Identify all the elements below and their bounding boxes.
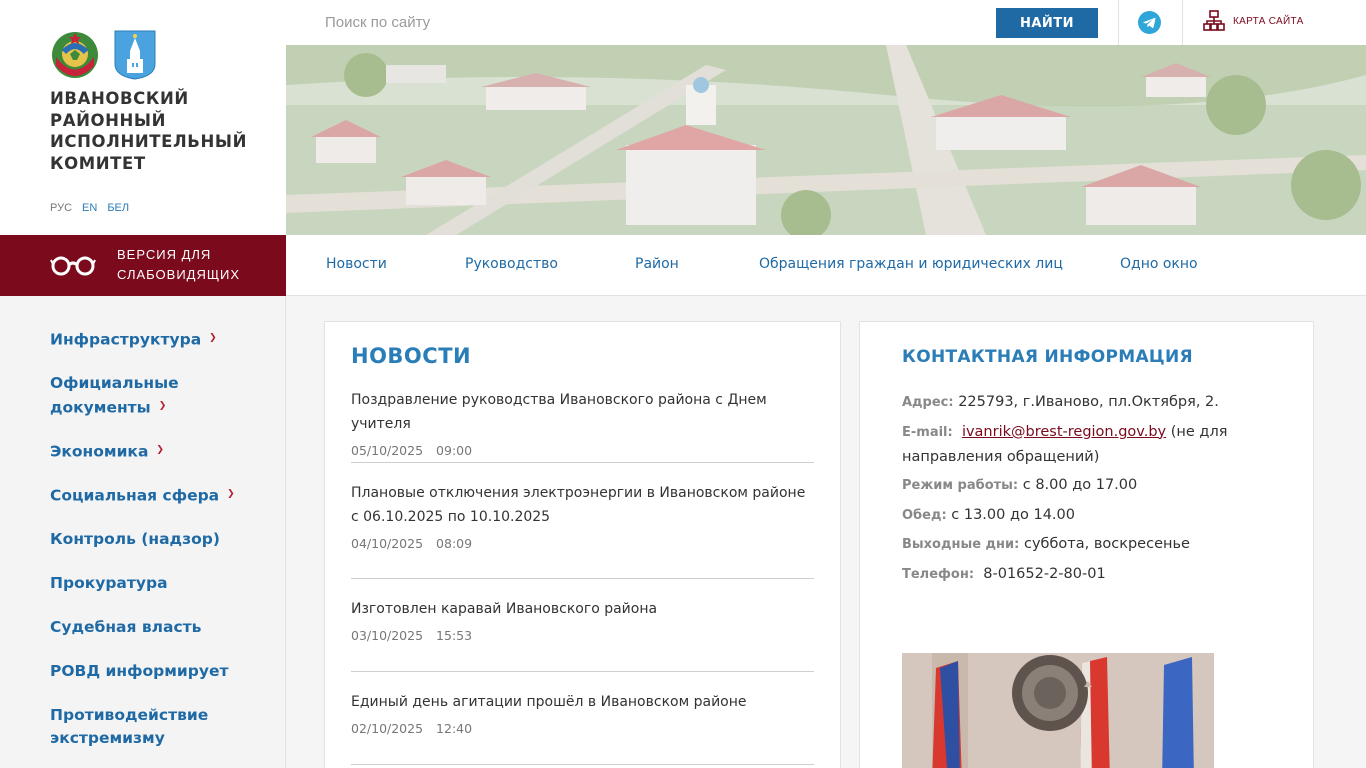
- hours-value: с 8.00 до 17.00: [1022, 477, 1138, 494]
- news-item[interactable]: Поздравление руководства Ивановского рай…: [351, 388, 814, 463]
- news-date: 02/10/2025: [351, 721, 424, 736]
- sidebar-item-label: Экономика: [50, 441, 149, 460]
- top-bar: НАЙТИ КАРТА САЙТА: [286, 0, 1366, 45]
- chevron-down-icon: ❯: [209, 333, 217, 343]
- banner-image: [286, 45, 1366, 235]
- contact-phone: Телефон: 8-01652-2-80-01: [902, 562, 1232, 587]
- chevron-down-icon: ❯: [156, 444, 164, 455]
- search-input[interactable]: [310, 0, 970, 44]
- office-photo-image: [902, 653, 1214, 768]
- nav-one-window[interactable]: Одно окно: [1120, 256, 1198, 272]
- contact-list: Адрес: 225793, г.Иваново, пл.Октября, 2.…: [902, 390, 1232, 592]
- divider: [1118, 0, 1119, 45]
- lang-ru[interactable]: РУС: [50, 202, 72, 214]
- sidebar-item-label: РОВД информирует: [50, 661, 229, 680]
- telegram-icon[interactable]: [1138, 11, 1161, 34]
- address-label: Адрес:: [902, 395, 954, 410]
- contact-address: Адрес: 225793, г.Иваново, пл.Октября, 2.: [902, 390, 1232, 415]
- news-meta: 02/10/2025 12:40: [351, 721, 814, 736]
- contacts-heading: КОНТАКТНАЯ ИНФОРМАЦИЯ: [902, 347, 1193, 367]
- contacts-panel: КОНТАКТНАЯ ИНФОРМАЦИЯ Адрес: 225793, г.И…: [859, 321, 1314, 768]
- news-title[interactable]: Плановые отключения электроэнергии в Ива…: [351, 481, 814, 529]
- glasses-icon: [50, 256, 96, 276]
- news-time: 15:53: [436, 628, 473, 643]
- sidebar-item-social-sphere[interactable]: Социальная сфера ❯: [50, 484, 270, 508]
- sidebar-nav: Инфраструктура ❯ Официальные документы ❯ Э…: [50, 328, 270, 751]
- sidebar-item-label: Прокуратура: [50, 573, 168, 592]
- sidebar-item-anti-extremism[interactable]: Противодействие экстремизму: [50, 704, 220, 751]
- news-heading[interactable]: НОВОСТИ: [351, 344, 471, 368]
- town-aerial-banner: [286, 45, 1366, 235]
- phone-label: Телефон:: [902, 566, 975, 582]
- hours-label: Режим работы:: [902, 478, 1019, 494]
- news-title[interactable]: Поздравление руководства Ивановского рай…: [351, 388, 814, 436]
- chevron-down-icon: ❯: [227, 488, 235, 499]
- address-value: 225793, г.Иваново, пл.Октября, 2.: [958, 394, 1219, 410]
- nav-appeals[interactable]: Обращения граждан и юридических лиц: [759, 256, 1063, 272]
- news-meta: 05/10/2025 09:00: [351, 443, 814, 458]
- district-coat-of-arms-icon[interactable]: [110, 30, 160, 80]
- news-title[interactable]: Единый день агитации прошёл в Ивановском…: [351, 690, 814, 714]
- state-emblem-icon[interactable]: [50, 30, 100, 80]
- news-title[interactable]: Изготовлен каравай Ивановского района: [351, 597, 814, 621]
- news-date: 03/10/2025: [351, 628, 424, 643]
- emblems: [50, 30, 160, 80]
- low-vision-label: ВЕРСИЯ ДЛЯ СЛАБОВИДЯЩИХ: [117, 247, 241, 282]
- sidebar-item-control[interactable]: Контроль (надзор): [50, 528, 270, 552]
- nav-district[interactable]: Район: [635, 256, 679, 272]
- sidebar-item-label: Контроль (надзор): [50, 529, 220, 548]
- contact-lunch: Обед: с 13.00 до 14.00: [902, 503, 1232, 528]
- contact-email: E-mail: ivanrik@brest-region.gov.by (не …: [902, 420, 1232, 469]
- news-item[interactable]: Единый день агитации прошёл в Ивановском…: [351, 690, 814, 765]
- sidebar-item-official-documents[interactable]: Официальные документы ❯: [50, 372, 210, 419]
- sidebar-item-label: Судебная власть: [50, 617, 202, 636]
- news-meta: 03/10/2025 15:53: [351, 628, 814, 643]
- lunch-value: с 13.00 до 14.00: [951, 506, 1075, 523]
- sidebar: ИВАНОВСКИЙ РАЙОННЫЙ ИСПОЛНИТЕЛЬНЫЙ КОМИТ…: [0, 0, 286, 768]
- news-date: 05/10/2025: [351, 443, 424, 458]
- news-date: 04/10/2025: [351, 536, 424, 551]
- sidebar-item-infrastructure[interactable]: Инфраструктура ❯: [50, 328, 270, 352]
- sitemap-icon: [1203, 10, 1225, 31]
- language-switcher: РУС EN БЕЛ: [50, 202, 129, 214]
- email-link[interactable]: ivanrik@brest-region.gov.by: [962, 424, 1166, 440]
- sidebar-item-label: Противодействие экстремизму: [50, 705, 209, 748]
- news-meta: 04/10/2025 08:09: [351, 536, 814, 551]
- sitemap-label: КАРТА САЙТА: [1233, 15, 1304, 27]
- days-off-value: суббота, воскресенье: [1023, 536, 1190, 553]
- contact-days-off: Выходные дни: суббота, воскресенье: [902, 532, 1232, 557]
- sidebar-item-judiciary[interactable]: Судебная власть: [50, 616, 270, 640]
- news-time: 12:40: [436, 721, 473, 736]
- nav-news[interactable]: Новости: [326, 256, 387, 272]
- days-off-label: Выходные дни:: [902, 537, 1020, 553]
- email-label: E-mail:: [902, 424, 953, 440]
- lang-by[interactable]: БЕЛ: [107, 202, 129, 214]
- sidebar-item-prosecutor[interactable]: Прокуратура: [50, 572, 270, 596]
- news-item[interactable]: Изготовлен каравай Ивановского района 03…: [351, 597, 814, 672]
- news-item[interactable]: Плановые отключения электроэнергии в Ива…: [351, 481, 814, 579]
- phone-value: 8-01652-2-80-01: [983, 565, 1106, 582]
- org-name[interactable]: ИВАНОВСКИЙ РАЙОННЫЙ ИСПОЛНИТЕЛЬНЫЙ КОМИТ…: [50, 88, 250, 174]
- sidebar-item-label: Социальная сфера: [50, 486, 220, 504]
- main-nav: Новости Руководство Район Обращения граж…: [286, 235, 1366, 296]
- chevron-down-icon: ❯: [158, 400, 167, 411]
- sidebar-item-police[interactable]: РОВД информирует: [50, 660, 270, 684]
- lunch-label: Обед:: [902, 507, 947, 523]
- lang-en[interactable]: EN: [82, 202, 97, 214]
- search-button[interactable]: НАЙТИ: [996, 8, 1098, 38]
- nav-leadership[interactable]: Руководство: [465, 256, 558, 272]
- sidebar-item-economy[interactable]: Экономика ❯: [50, 440, 270, 464]
- news-time: 08:09: [436, 536, 473, 551]
- contact-hours: Режим работы: с 8.00 до 17.00: [902, 473, 1232, 498]
- news-time: 09:00: [436, 443, 473, 458]
- chairman-photo[interactable]: [902, 653, 1214, 768]
- divider: [1182, 0, 1183, 45]
- sitemap-link[interactable]: КАРТА САЙТА: [1203, 10, 1304, 32]
- news-panel: НОВОСТИ Поздравление руководства Ивановс…: [324, 321, 841, 768]
- sidebar-item-label: Инфраструктура: [50, 330, 202, 349]
- low-vision-version-button[interactable]: ВЕРСИЯ ДЛЯ СЛАБОВИДЯЩИХ: [0, 235, 286, 296]
- sidebar-header: ИВАНОВСКИЙ РАЙОННЫЙ ИСПОЛНИТЕЛЬНЫЙ КОМИТ…: [0, 0, 286, 235]
